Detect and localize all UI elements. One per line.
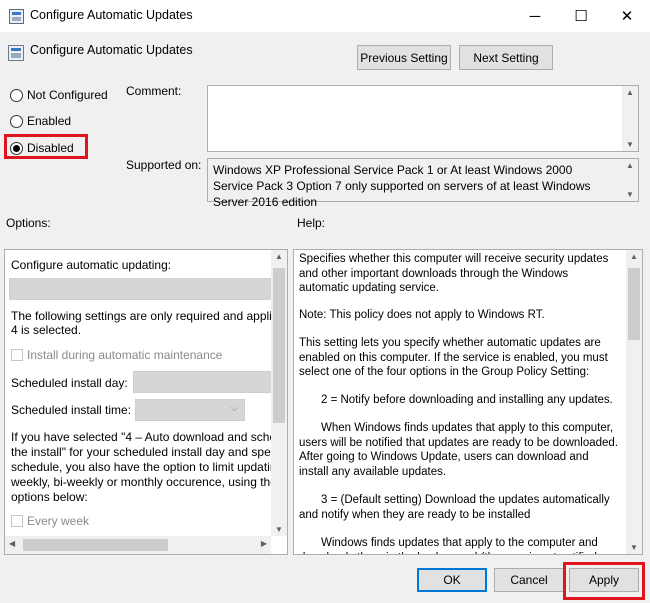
every-week-label: Every week (27, 514, 90, 528)
auto-download-text: schedule, you also have the option to li… (11, 460, 284, 474)
supported-on-text: Windows XP Professional Service Pack 1 o… (213, 163, 591, 209)
policy-setting-icon (8, 45, 24, 61)
scroll-down-icon[interactable]: ▼ (271, 525, 287, 534)
next-setting-button[interactable]: Next Setting (459, 45, 553, 70)
policy-window-icon (9, 9, 24, 24)
help-paragraph: Windows finds updates that apply to the … (299, 537, 598, 554)
radio-enabled[interactable]: Enabled (10, 114, 71, 128)
help-paragraph: 3 = (Default setting) Download the updat… (299, 494, 610, 521)
radio-circle[interactable] (10, 114, 23, 128)
configure-updating-label: Configure automatic updating: (11, 258, 172, 272)
options-panel: Configure automatic updating: The follow… (4, 249, 288, 555)
help-paragraph: Note: This policy does not apply to Wind… (299, 309, 545, 321)
scroll-thumb[interactable] (628, 268, 640, 340)
disabled-highlight-box (4, 134, 88, 159)
scheduled-time-dropdown[interactable]: ⌵ (135, 399, 245, 421)
help-paragraph: 2 = Notify before downloading and instal… (321, 394, 613, 406)
supported-scrollbar[interactable]: ▲ ▼ (622, 159, 638, 201)
scroll-up-icon[interactable]: ▲ (626, 252, 642, 261)
scroll-up-icon[interactable]: ▲ (622, 161, 638, 170)
comment-textarea[interactable]: ▲ ▼ (207, 85, 639, 152)
scheduled-day-dropdown[interactable] (133, 371, 273, 393)
scroll-thumb[interactable] (273, 268, 285, 423)
settings-note-line: The following settings are only required… (11, 309, 288, 323)
auto-download-text: the install" for your scheduled install … (11, 445, 286, 459)
every-week-checkbox[interactable] (11, 515, 23, 527)
options-label: Options: (6, 216, 51, 230)
close-button[interactable]: ✕ (604, 0, 650, 32)
supported-on-label: Supported on: (126, 158, 202, 172)
help-panel: Specifies whether this computer will rec… (293, 249, 643, 555)
help-paragraph: Specifies whether this computer will rec… (299, 253, 609, 294)
help-paragraph: This setting lets you specify whether au… (299, 337, 608, 378)
ok-button[interactable]: OK (417, 568, 487, 592)
radio-label: Not Configured (27, 88, 108, 102)
supported-on-box: Windows XP Professional Service Pack 1 o… (207, 158, 639, 209)
comment-scrollbar[interactable]: ▲ ▼ (622, 86, 638, 151)
install-maintenance-checkbox-row[interactable]: Install during automatic maintenance (11, 348, 222, 362)
close-icon: ✕ (620, 8, 634, 25)
scheduled-day-label: Scheduled install day: (11, 376, 128, 390)
previous-setting-button[interactable]: Previous Setting (357, 45, 451, 70)
comment-label: Comment: (126, 84, 182, 98)
scroll-down-icon[interactable]: ▼ (622, 140, 638, 149)
scroll-down-icon[interactable]: ▼ (622, 190, 638, 199)
scroll-thumb[interactable] (23, 539, 168, 551)
radio-label: Enabled (27, 114, 72, 128)
radio-circle[interactable] (10, 88, 23, 102)
configure-updating-dropdown[interactable] (9, 278, 271, 300)
chevron-down-icon: ⌵ (230, 403, 238, 414)
policy-name: Configure Automatic Updates (30, 43, 193, 57)
maximize-icon: ☐ (574, 8, 588, 25)
auto-download-text: weekly, bi-weekly or monthly occurence, … (11, 475, 277, 489)
cancel-button[interactable]: Cancel (494, 568, 564, 592)
scroll-right-icon[interactable]: ▶ (261, 539, 267, 548)
auto-download-text: options below: (11, 490, 88, 504)
help-label: Help: (297, 216, 326, 230)
minimize-button[interactable]: ─ (512, 0, 558, 32)
scroll-left-icon[interactable]: ◀ (9, 539, 15, 548)
help-paragraph: When Windows finds updates that apply to… (299, 422, 619, 478)
maximize-button[interactable]: ☐ (558, 0, 604, 32)
scheduled-time-label: Scheduled install time: (11, 403, 132, 417)
scroll-up-icon[interactable]: ▲ (271, 252, 287, 261)
scroll-down-icon[interactable]: ▼ (626, 543, 642, 552)
scroll-up-icon[interactable]: ▲ (622, 88, 638, 97)
auto-download-text: If you have selected "4 – Auto download … (11, 430, 283, 444)
install-maintenance-label: Install during automatic maintenance (27, 348, 223, 362)
install-maintenance-checkbox[interactable] (11, 349, 23, 361)
options-horizontal-scrollbar[interactable]: ◀ ▶ (5, 536, 271, 554)
options-vertical-scrollbar[interactable]: ▲ ▼ (271, 250, 287, 536)
radio-not-configured[interactable]: Not Configured (10, 88, 108, 102)
minimize-icon: ─ (529, 7, 541, 25)
every-week-checkbox-row[interactable]: Every week (11, 514, 89, 528)
apply-highlight-box (563, 562, 645, 600)
window-title: Configure Automatic Updates (30, 8, 193, 22)
help-vertical-scrollbar[interactable]: ▲ ▼ (626, 250, 642, 554)
settings-note-line: 4 is selected. (11, 323, 82, 337)
